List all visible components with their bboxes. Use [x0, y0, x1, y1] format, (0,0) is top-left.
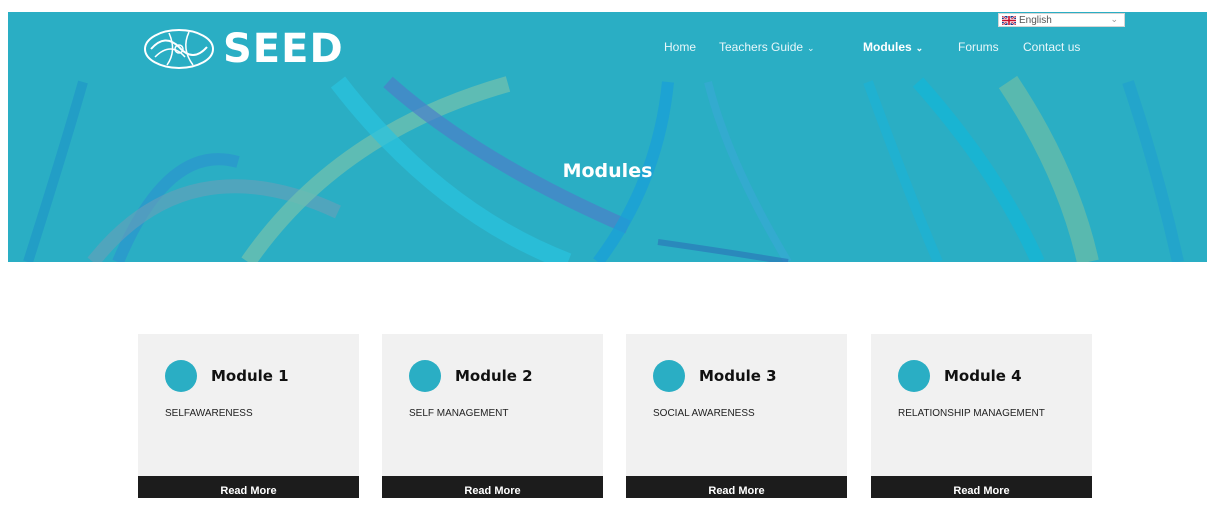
circle-icon — [165, 360, 197, 392]
main-nav: Home Teachers Guide ⌄ Modules ⌄ Forums Con… — [8, 40, 1207, 60]
page-title: Modules — [562, 160, 653, 182]
module-card-4: Module 4 RELATIONSHIP MANAGEMENT Read Mo… — [871, 334, 1092, 498]
module-title: Module 4 — [944, 367, 1022, 385]
module-card-1: Module 1 SELFAWARENESS Read More — [138, 334, 359, 498]
module-description: SELFAWARENESS — [165, 408, 253, 419]
module-description: SELF MANAGEMENT — [409, 408, 509, 419]
uk-flag-icon — [1002, 15, 1016, 25]
circle-icon — [653, 360, 685, 392]
nav-modules[interactable]: Modules ⌄ — [863, 40, 923, 54]
circle-icon — [409, 360, 441, 392]
read-more-button[interactable]: Read More — [382, 476, 603, 498]
read-more-button[interactable]: Read More — [138, 476, 359, 498]
read-more-button[interactable]: Read More — [871, 476, 1092, 498]
module-card-3: Module 3 SOCIAL AWARENESS Read More — [626, 334, 847, 498]
nav-forums[interactable]: Forums — [958, 40, 999, 54]
module-card-2: Module 2 SELF MANAGEMENT Read More — [382, 334, 603, 498]
module-description: RELATIONSHIP MANAGEMENT — [898, 408, 1045, 419]
module-title: Module 1 — [211, 367, 289, 385]
chevron-down-icon: ⌄ — [915, 43, 924, 53]
module-title: Module 2 — [455, 367, 533, 385]
language-label: English — [1019, 14, 1052, 26]
module-description: SOCIAL AWARENESS — [653, 408, 755, 419]
circle-icon — [898, 360, 930, 392]
nav-teachers-guide[interactable]: Teachers Guide ⌄ — [719, 40, 815, 54]
language-select[interactable]: English ⌄ — [998, 13, 1125, 27]
hero-banner: SEED English ⌄ Home Teachers Guide ⌄ Modu… — [8, 12, 1207, 262]
chevron-down-icon: ⌄ — [1110, 14, 1118, 24]
nav-home[interactable]: Home — [664, 40, 696, 54]
module-title: Module 3 — [699, 367, 777, 385]
chevron-down-icon: ⌄ — [807, 43, 815, 53]
read-more-button[interactable]: Read More — [626, 476, 847, 498]
nav-contact-us[interactable]: Contact us — [1023, 40, 1080, 54]
